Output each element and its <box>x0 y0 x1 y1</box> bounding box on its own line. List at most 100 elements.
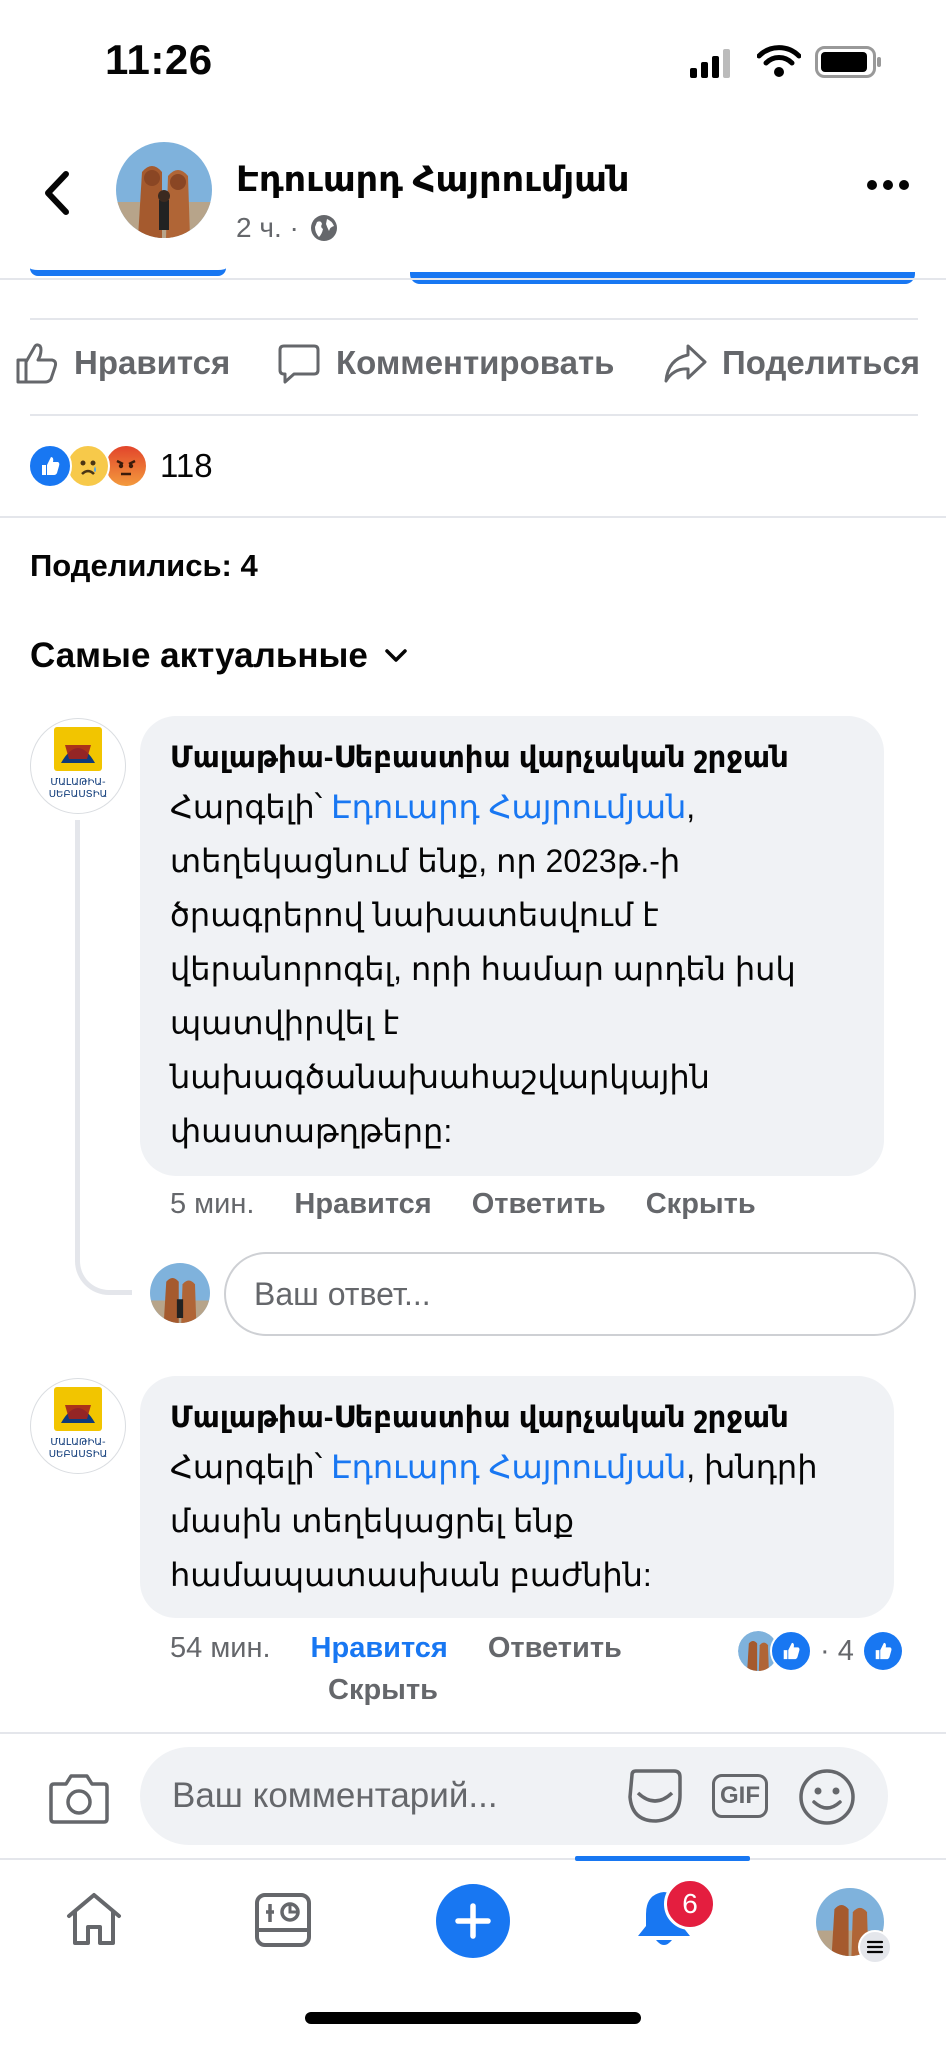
partial-action-button <box>410 272 915 284</box>
comment-bubble-icon <box>278 344 320 384</box>
logo-text: ՍԵԲԱՍՏԻԱ <box>49 789 108 800</box>
camera-button[interactable] <box>48 1770 110 1831</box>
shares-count[interactable]: Поделились: 4 <box>30 548 258 584</box>
comment-time: 54 мин. <box>170 1632 271 1664</box>
comment-line: մասին տեղեկացրել ենք <box>170 1503 574 1539</box>
sticker-icon <box>628 1769 682 1823</box>
comment-line: պատվիրվել է <box>170 1005 399 1041</box>
mention-link[interactable]: Էդուարդ Հայրումյան <box>331 789 686 825</box>
comment-sort-dropdown[interactable]: Самые актуальные <box>30 636 408 676</box>
gif-button[interactable]: GIF <box>712 1774 768 1818</box>
status-time: 11:26 <box>105 36 213 83</box>
author-name[interactable]: Էդուարդ Հայրումյան <box>236 160 629 200</box>
comment-composer[interactable]: Ваш комментарий... <box>140 1747 888 1845</box>
comment-line: տեղեկացնում ենք, որ 2023թ.-ի <box>170 843 681 879</box>
divider <box>0 516 946 518</box>
battery-icon <box>815 46 883 83</box>
share-arrow-icon <box>664 344 707 383</box>
home-icon <box>67 1893 121 1945</box>
chevron-left-icon <box>45 171 69 215</box>
composer-divider <box>0 1732 946 1734</box>
notifications-badge: 6 <box>664 1878 716 1930</box>
comment-like-button-active[interactable]: Нравится <box>311 1632 448 1665</box>
chevron-down-icon <box>385 649 407 662</box>
signal-icon <box>690 48 734 83</box>
comment-author[interactable]: Մալաթիա-Սեբաստիա վարչական շրջան <box>170 738 856 778</box>
home-indicator <box>305 2012 641 2024</box>
author-avatar[interactable] <box>116 142 212 238</box>
more-dots-icon <box>867 180 909 190</box>
comment-line: Հարգելի՝ <box>170 789 332 825</box>
comment-button[interactable]: Комментировать <box>276 340 614 386</box>
comment-time: 5 мин. <box>170 1188 255 1220</box>
header-divider <box>0 278 946 280</box>
back-button[interactable] <box>38 168 78 218</box>
comment-reaction-count: · 4 <box>820 1634 854 1667</box>
nav-home[interactable] <box>64 1890 124 1953</box>
comment-bubble: Մալաթիա-Սեբաստիա վարչական շրջան Հարգելի՝… <box>140 716 884 1176</box>
divider <box>30 414 918 416</box>
camera-icon <box>49 1774 109 1824</box>
sticker-button[interactable] <box>624 1765 686 1832</box>
user-avatar <box>150 1263 210 1323</box>
comment-reactions[interactable]: · 4 <box>738 1630 902 1672</box>
like-reaction-icon <box>863 1632 902 1670</box>
thumbs-up-icon <box>16 343 58 384</box>
reactions-summary[interactable]: 118 <box>28 444 213 488</box>
sort-label: Самые актуальные <box>30 636 368 675</box>
comment-line: վերանորոգել, որի համար արդեն իսկ <box>170 951 796 987</box>
commenter-avatar[interactable]: ՄԱԼԱԹԻԱ- ՍԵԲԱՍՏԻԱ <box>30 1378 126 1474</box>
menu-badge[interactable] <box>858 1930 892 1964</box>
like-reaction-icon <box>28 444 72 488</box>
comment-reply-button[interactable]: Ответить <box>488 1632 622 1665</box>
dashboard-icon <box>255 1893 311 1947</box>
plus-icon <box>455 1903 491 1939</box>
smiley-icon <box>799 1769 855 1825</box>
comment-meta-second-line: Скрыть <box>328 1674 438 1707</box>
logo-text: ՍԵԲԱՍՏԻԱ <box>49 1449 108 1460</box>
sad-reaction-icon <box>66 444 110 488</box>
angry-reaction-icon <box>104 444 148 488</box>
commenter-avatar[interactable]: ՄԱԼԱԹԻԱ- ՍԵԲԱՍՏԻԱ <box>30 718 126 814</box>
composer-placeholder: Ваш комментарий... <box>172 1776 498 1815</box>
comment-like-button[interactable]: Нравится <box>294 1188 431 1221</box>
comment-line: նախագծանախահաշվարկային <box>170 1059 710 1095</box>
post-meta: 2 ч. · <box>236 212 339 244</box>
logo-text: ՄԱԼԱԹԻԱ- <box>50 1437 106 1448</box>
comment-hide-button[interactable]: Скрыть <box>646 1188 756 1221</box>
logo-text: ՄԱԼԱԹԻԱ- <box>50 777 106 788</box>
comment-author[interactable]: Մալաթիա-Սեբաստիա վարչական շրջան <box>170 1398 866 1438</box>
wifi-icon <box>756 44 802 83</box>
reply-input[interactable]: Ваш ответ... <box>224 1252 916 1336</box>
thread-connector <box>75 820 132 1295</box>
gif-label: GIF <box>720 1782 760 1809</box>
emoji-button[interactable] <box>798 1768 856 1831</box>
divider <box>30 318 918 320</box>
comment-line: , խնդրի <box>686 1449 818 1485</box>
menu-icon <box>866 1940 884 1954</box>
post-time: 2 ч. · <box>236 212 299 243</box>
comment-hide-button[interactable]: Скрыть <box>328 1674 438 1707</box>
comment-meta: 54 мин. Нравится Ответить <box>170 1632 622 1665</box>
comment-text: Հարգելի՝ Էդուարդ Հայրումյան, տեղեկացնում… <box>170 780 856 1158</box>
share-label: Поделиться <box>722 344 921 381</box>
comment-reply-button[interactable]: Ответить <box>472 1188 606 1221</box>
comment-bubble: Մալաթիա-Սեբաստիա վարչական շրջան Հարգելի՝… <box>140 1376 894 1618</box>
comment-meta: 5 мин. Нравится Ответить Скрыть <box>170 1188 756 1221</box>
nav-dashboard[interactable] <box>254 1892 312 1953</box>
active-tab-indicator <box>575 1856 750 1861</box>
comment-line: համապատասխան բաժնին: <box>170 1557 652 1593</box>
share-button[interactable]: Поделиться <box>662 340 920 386</box>
comment-line: փաստաթղթերը: <box>170 1113 453 1149</box>
like-button[interactable]: Нравится <box>14 340 230 386</box>
comment-label: Комментировать <box>336 344 615 381</box>
nav-divider <box>0 1858 946 1860</box>
comment-text: Հարգելի՝ Էդուարդ Հայրումյան, խնդրի մասին… <box>170 1440 866 1602</box>
nav-create[interactable] <box>436 1884 510 1958</box>
mention-link[interactable]: Էդուարդ Հայրումյան <box>331 1449 686 1485</box>
like-reaction-icon <box>770 1630 812 1672</box>
more-options-button[interactable] <box>866 178 910 196</box>
like-label: Нравится <box>74 344 231 381</box>
comment-line: , <box>686 789 696 825</box>
globe-icon <box>310 215 337 241</box>
